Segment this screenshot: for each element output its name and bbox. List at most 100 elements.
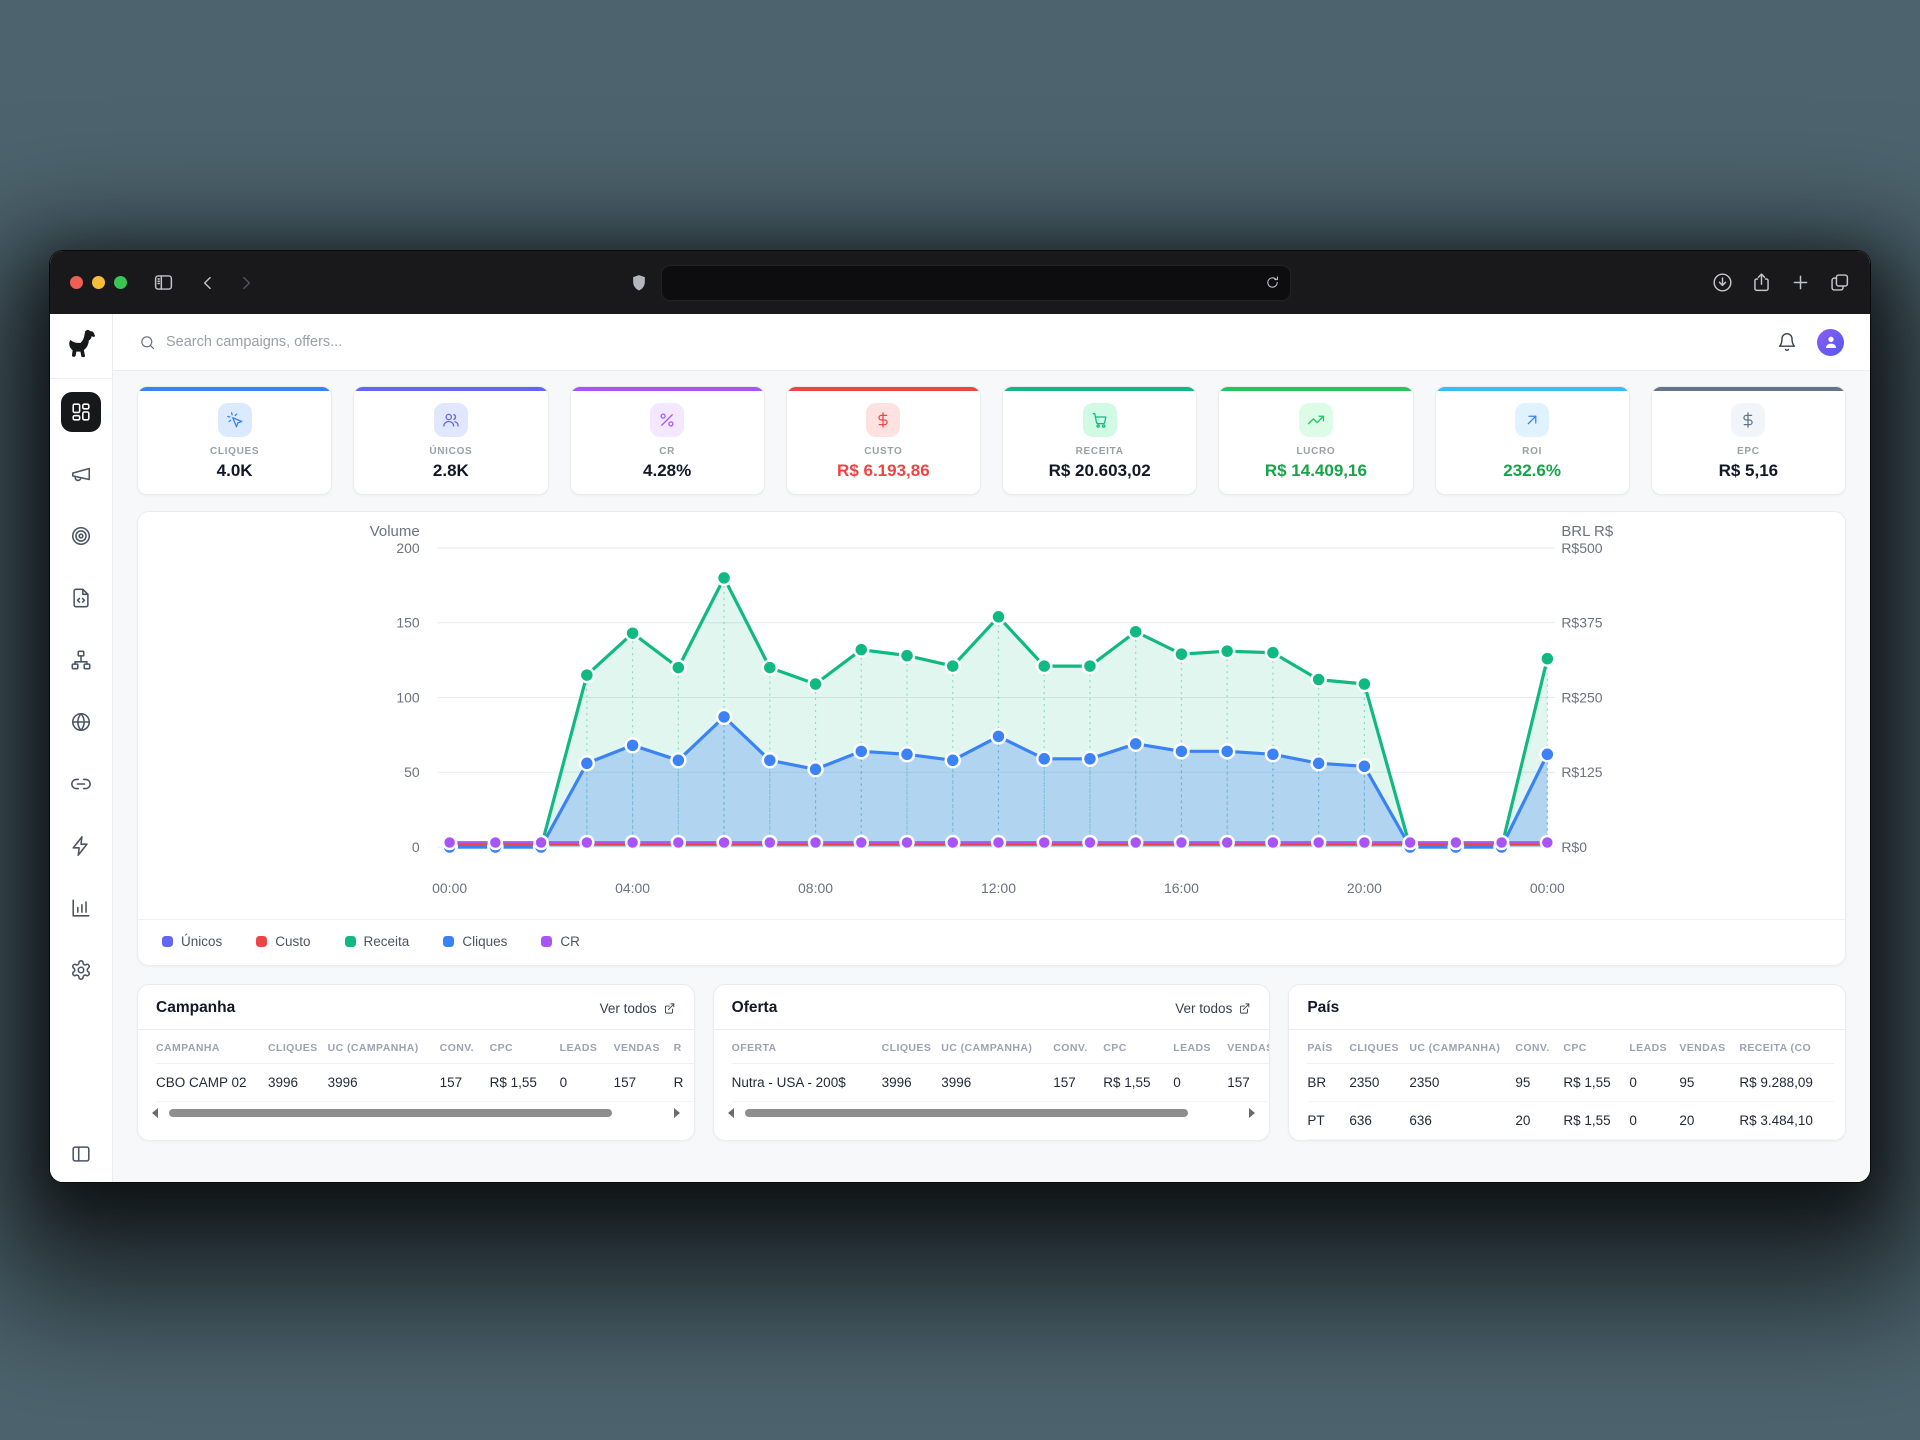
zoom-button[interactable] — [114, 276, 127, 289]
table-row: CBO CAMP 0239963996157R$ 1,550157R — [156, 1064, 694, 1102]
ver-todos-link[interactable]: Ver todos — [600, 1001, 676, 1016]
share-icon[interactable] — [1751, 272, 1772, 293]
scrollbar-thumb[interactable] — [169, 1109, 612, 1117]
legend-item-custo[interactable]: Custo — [256, 934, 310, 949]
search-icon — [139, 334, 156, 351]
table-card-campanha: CampanhaVer todosCAMPANHACLIQUESUC (CAMP… — [137, 984, 695, 1141]
sidebar-toggle-icon[interactable] — [153, 272, 174, 293]
svg-text:08:00: 08:00 — [798, 880, 833, 896]
column-header: VENDAS — [614, 1030, 674, 1064]
chevron-right-icon — [236, 273, 256, 293]
sidebar-item-tracking[interactable] — [61, 516, 101, 556]
close-button[interactable] — [70, 276, 83, 289]
sidebar-collapse-button[interactable] — [70, 1143, 92, 1170]
sidebar-item-settings[interactable] — [61, 950, 101, 990]
sidebar-item-reports[interactable] — [61, 888, 101, 928]
scrollbar-track[interactable] — [740, 1109, 1244, 1117]
kpi-icon-chip — [1515, 403, 1549, 437]
chart-legend: Únicos Custo Receita Cliques CR — [138, 919, 1845, 965]
svg-text:04:00: 04:00 — [615, 880, 650, 896]
scrollbar-track[interactable] — [164, 1109, 668, 1117]
kpi-icon-chip — [434, 403, 468, 437]
horizontal-scrollbar[interactable] — [728, 1107, 1256, 1119]
reload-icon[interactable] — [1265, 275, 1280, 290]
zap-icon — [70, 835, 92, 857]
table-card-oferta: OfertaVer todosOFERTACLIQUESUC (CAMPANHA… — [713, 984, 1271, 1141]
sidebar-item-campaigns[interactable] — [61, 454, 101, 494]
table-cell: 636 — [1349, 1102, 1409, 1140]
table-cell: 0 — [1629, 1064, 1679, 1102]
kpi-accent-bar — [787, 387, 980, 391]
legend-item-receita[interactable]: Receita — [345, 934, 410, 949]
forward-icon[interactable] — [236, 273, 256, 293]
megaphone-icon — [70, 463, 92, 485]
kpi-label: CLIQUES — [138, 446, 331, 457]
table-card-header: OfertaVer todos — [714, 985, 1270, 1030]
bell-icon[interactable] — [1777, 332, 1797, 352]
svg-text:16:00: 16:00 — [1164, 880, 1199, 896]
svg-text:0: 0 — [412, 839, 420, 855]
svg-text:R$0: R$0 — [1561, 839, 1587, 855]
table-cell: 3996 — [882, 1064, 942, 1102]
kpi-card-receita: RECEITAR$ 20.603,02 — [1002, 386, 1197, 495]
column-header: UC (CAMPANHA) — [1409, 1030, 1515, 1064]
trending-up-icon — [1307, 411, 1325, 429]
kpi-icon-chip — [1083, 403, 1117, 437]
column-header: OFERTA — [732, 1030, 882, 1064]
percent-icon — [658, 411, 676, 429]
column-header: PAÍS — [1307, 1030, 1349, 1064]
sidebar-item-links[interactable] — [61, 764, 101, 804]
kpi-icon-chip — [650, 403, 684, 437]
user-avatar[interactable] — [1817, 329, 1844, 356]
legend-item-cr[interactable]: CR — [541, 934, 580, 949]
back-icon[interactable] — [198, 273, 218, 293]
sidebar-item-funnels[interactable] — [61, 640, 101, 680]
cart-icon — [1091, 411, 1109, 429]
data-table: PAÍSCLIQUESUC (CAMPANHA)CONV.CPCLEADSVEN… — [1307, 1030, 1834, 1140]
shield-icon — [629, 273, 649, 293]
new-tab-icon[interactable] — [1790, 272, 1811, 293]
legend-swatch — [345, 936, 356, 947]
kpi-icon-chip — [218, 403, 252, 437]
table-cell: 157 — [440, 1064, 490, 1102]
reload-icon — [1265, 275, 1280, 290]
tab-overview-icon[interactable] — [1829, 272, 1850, 293]
legend-item-únicos[interactable]: Únicos — [162, 934, 222, 949]
sidebar-item-automation[interactable] — [61, 826, 101, 866]
scroll-right-arrow[interactable] — [674, 1108, 680, 1118]
table-cell: 3996 — [328, 1064, 440, 1102]
table-card-país: PaísPAÍSCLIQUESUC (CAMPANHA)CONV.CPCLEAD… — [1288, 984, 1846, 1141]
kpi-value: 2.8K — [354, 461, 547, 481]
legend-label: Receita — [364, 934, 410, 949]
legend-item-cliques[interactable]: Cliques — [443, 934, 507, 949]
scroll-left-arrow[interactable] — [152, 1108, 158, 1118]
table-cell: R$ 1,55 — [1103, 1064, 1173, 1102]
sitemap-icon — [70, 649, 92, 671]
url-input[interactable] — [672, 275, 1265, 290]
table-scroll-area: OFERTACLIQUESUC (CAMPANHA)CONV.CPCLEADSV… — [714, 1030, 1270, 1102]
svg-text:BRL R$: BRL R$ — [1561, 523, 1614, 540]
table-scroll-area: CAMPANHACLIQUESUC (CAMPANHA)CONV.CPCLEAD… — [138, 1030, 694, 1102]
column-header: CPC — [490, 1030, 560, 1064]
kpi-label: RECEITA — [1003, 446, 1196, 457]
click-icon — [226, 411, 244, 429]
scrollbar-thumb[interactable] — [745, 1109, 1188, 1117]
minimize-button[interactable] — [92, 276, 105, 289]
scroll-left-arrow[interactable] — [728, 1108, 734, 1118]
horizontal-scrollbar[interactable] — [152, 1107, 680, 1119]
traffic-chart-card: 0R$050R$125100R$250150R$375200R$500Volum… — [137, 511, 1846, 966]
url-field[interactable] — [661, 265, 1291, 301]
sidebar-item-dashboard[interactable] — [61, 392, 101, 432]
link-icon — [70, 773, 92, 795]
sidebar-item-scripts[interactable] — [61, 578, 101, 618]
svg-text:R$250: R$250 — [1561, 689, 1602, 705]
search-input[interactable] — [166, 334, 586, 350]
sidebar-item-domains[interactable] — [61, 702, 101, 742]
scroll-right-arrow[interactable] — [1249, 1108, 1255, 1118]
share-icon — [1751, 272, 1772, 293]
kpi-card-lucro: LUCROR$ 14.409,16 — [1218, 386, 1413, 495]
legend-swatch — [443, 936, 454, 947]
ver-todos-link[interactable]: Ver todos — [1175, 1001, 1251, 1016]
app-sidebar — [50, 314, 113, 1183]
download-icon[interactable] — [1712, 272, 1733, 293]
